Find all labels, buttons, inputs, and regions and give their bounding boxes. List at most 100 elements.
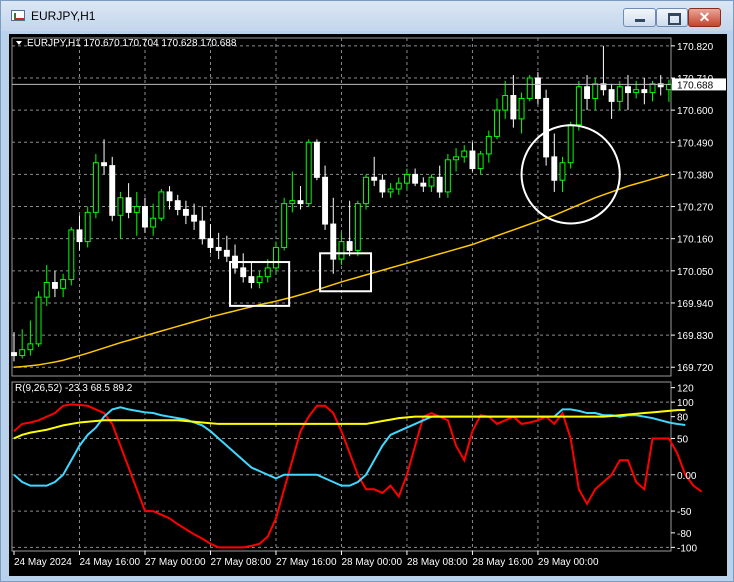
bear-candle (534, 77, 541, 99)
bull-candle (575, 86, 582, 126)
bull-candle (84, 211, 91, 243)
bull-candle (68, 229, 75, 281)
bear-candle (125, 197, 132, 213)
bear-candle (51, 282, 58, 289)
bull-candle (158, 191, 165, 219)
current-price-label: 170.688 (677, 80, 714, 91)
bull-candle (502, 95, 509, 111)
bear-candle (625, 86, 631, 94)
price-header: EURJPY,H1 170.670 170.704 170.628 170.68… (27, 38, 237, 49)
price-tick-label: 170.490 (677, 138, 714, 149)
bull-candle (461, 150, 468, 158)
bull-candle (616, 86, 623, 102)
bull-candle (43, 282, 50, 298)
price-tick-label: 170.600 (677, 106, 714, 117)
time-tick-label: 28 May 08:00 (407, 557, 468, 568)
bear-candle (543, 97, 550, 158)
bull-candle (273, 246, 279, 269)
close-button[interactable]: ✕ (688, 8, 721, 27)
bull-candle (387, 188, 394, 193)
price-tick-label: 170.160 (677, 235, 714, 246)
bull-candle (354, 203, 361, 251)
bull-candle (428, 176, 435, 187)
bull-candle (453, 156, 460, 161)
bull-candle (444, 159, 451, 193)
bull-candle (526, 77, 533, 99)
bear-candle (240, 267, 247, 278)
bull-candle (281, 203, 288, 248)
bull-candle (19, 349, 26, 357)
bear-candle (584, 86, 590, 99)
time-tick-label: 29 May 00:00 (538, 557, 599, 568)
bull-candle (665, 83, 672, 91)
time-tick-label: 24 May 16:00 (79, 557, 140, 568)
bear-candle (313, 141, 320, 178)
bear-candle (420, 182, 427, 187)
bear-candle (166, 191, 173, 202)
bull-candle (363, 176, 369, 205)
bear-candle (436, 176, 443, 193)
price-tick-label: 170.270 (677, 203, 714, 214)
price-tick-label: 170.820 (677, 42, 714, 53)
bull-candle (633, 89, 640, 94)
price-tick-label: 169.940 (677, 299, 714, 310)
minimize-button[interactable] (623, 8, 656, 27)
bull-candle (60, 279, 67, 289)
chart-canvas[interactable]: 170.820170.710170.600170.490170.380170.2… (9, 34, 727, 576)
bear-candle (297, 200, 304, 205)
bull-candle (35, 296, 42, 345)
maximize-button[interactable] (656, 8, 688, 27)
bull-candle (289, 200, 296, 205)
indicator-tick-label: -50 (677, 507, 692, 518)
bear-candle (142, 206, 148, 228)
maximize-icon (668, 13, 681, 25)
time-tick-label: 24 May 2024 (14, 557, 72, 568)
time-tick-label: 27 May 16:00 (276, 557, 337, 568)
time-tick-label: 27 May 00:00 (145, 557, 206, 568)
bull-candle (518, 97, 525, 120)
bull-candle (494, 109, 500, 137)
bear-candle (379, 179, 386, 193)
title-bar[interactable]: EURJPY,H1 ✕ (1, 1, 733, 31)
terminal-window: EURJPY,H1 ✕ 170.820170.710170.600170.490… (0, 0, 734, 582)
window-title: EURJPY,H1 (31, 9, 96, 23)
indicator-tick-label: 100 (677, 398, 694, 409)
indicator-tick-label: 50 (677, 434, 689, 445)
bear-candle (199, 220, 206, 240)
bull-candle (395, 182, 402, 190)
bear-candle (174, 200, 181, 210)
bear-candle (371, 176, 378, 181)
bull-candle (305, 141, 312, 205)
bull-candle (117, 197, 124, 216)
price-tick-label: 169.720 (677, 363, 714, 374)
price-tick-label: 170.050 (677, 267, 714, 278)
price-tick-label: 169.830 (677, 331, 714, 342)
bull-candle (92, 162, 99, 213)
chart-area[interactable]: 170.820170.710170.600170.490170.380170.2… (9, 34, 727, 576)
bear-candle (346, 241, 353, 251)
indicator-tick-label: 80 (677, 413, 689, 424)
bear-candle (109, 165, 116, 216)
bull-candle (256, 276, 263, 284)
bull-candle (403, 173, 410, 184)
time-tick-label: 28 May 16:00 (472, 557, 533, 568)
indicator-tick-label: 0.00 (677, 471, 697, 482)
bear-candle (191, 214, 198, 222)
bull-candle (477, 153, 484, 170)
bear-candle (223, 249, 230, 257)
chart-background (9, 34, 727, 576)
indicator-tick-label: -100 (677, 543, 697, 554)
bear-candle (11, 352, 17, 357)
bull-candle (27, 343, 34, 351)
bear-candle (641, 89, 648, 94)
bear-candle (207, 238, 214, 248)
bear-candle (412, 173, 419, 184)
bear-candle (248, 276, 255, 284)
bull-candle (567, 124, 574, 164)
bear-candle (551, 156, 558, 181)
bull-candle (264, 267, 271, 278)
time-tick-label: 28 May 00:00 (341, 557, 402, 568)
bull-candle (338, 241, 345, 260)
bear-candle (322, 176, 329, 225)
close-icon: ✕ (698, 9, 711, 25)
